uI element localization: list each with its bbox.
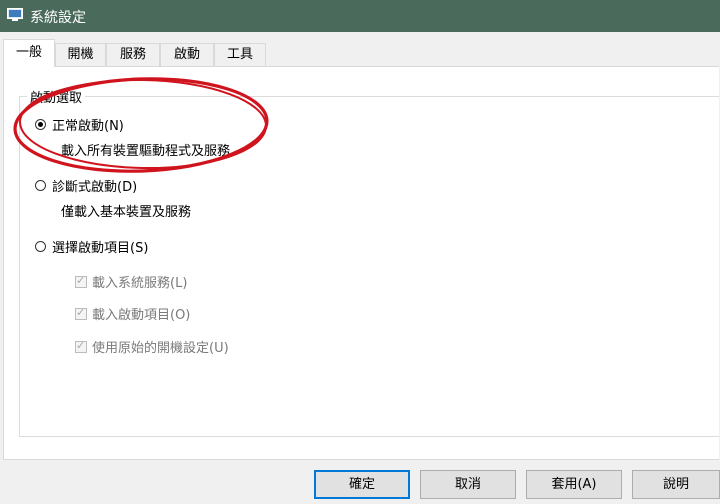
normal-startup-description: 載入所有裝置驅動程式及服務 (61, 144, 231, 159)
tab-startup[interactable]: 啟動 (160, 43, 214, 66)
group-label: 啟動選取 (27, 87, 86, 106)
load-system-services-checkbox[interactable] (75, 274, 87, 288)
diagnostic-startup-label[interactable]: 診斷式啟動(D) (52, 176, 137, 195)
tab-tools[interactable]: 工具 (214, 43, 266, 66)
window-title: 系統設定 (30, 10, 86, 26)
cancel-button[interactable]: 取消 (420, 470, 516, 499)
use-original-boot-config-label: 使用原始的開機設定(U) (92, 341, 229, 356)
tab-services[interactable]: 服務 (106, 43, 160, 66)
diagnostic-startup-radio[interactable] (35, 180, 46, 191)
load-startup-items-checkbox[interactable] (75, 306, 87, 320)
ok-button[interactable]: 確定 (314, 470, 410, 499)
normal-startup-radio[interactable] (35, 119, 46, 130)
tab-general[interactable]: 一般 (3, 39, 55, 67)
diagnostic-startup-description: 僅載入基本裝置及服務 (61, 205, 192, 220)
load-system-services-label: 載入系統服務(L) (92, 276, 188, 291)
normal-startup-label[interactable]: 正常啟動(N) (52, 115, 124, 134)
use-original-boot-config-checkbox[interactable] (75, 339, 87, 353)
selective-startup-label[interactable]: 選擇啟動項目(S) (52, 237, 148, 256)
title-bar: 系統設定 (0, 0, 720, 32)
apply-button[interactable]: 套用(A) (526, 470, 622, 499)
system-config-icon (7, 8, 23, 21)
help-button[interactable]: 說明 (632, 470, 720, 499)
selective-startup-radio[interactable] (35, 241, 46, 252)
load-startup-items-label: 載入啟動項目(O) (92, 308, 191, 323)
tab-boot[interactable]: 開機 (55, 43, 106, 66)
